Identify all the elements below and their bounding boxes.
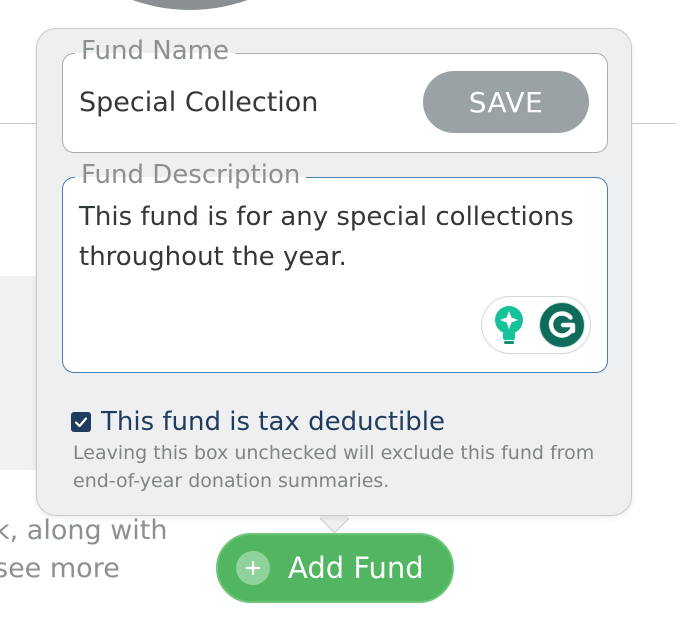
plus-icon [236,551,270,585]
background-text: k, along with see more [0,512,204,588]
tax-deductible-label[interactable]: This fund is tax deductible [101,407,445,437]
fund-description-textarea[interactable]: This fund is for any special collections… [79,197,579,277]
fund-name-label: Fund Name [75,34,235,68]
background-divider [632,123,676,124]
background-divider [0,123,40,124]
background-text-line: k, along with [0,515,168,546]
save-button[interactable]: SAVE [423,71,589,133]
fund-name-field[interactable]: Fund Name Special Collection SAVE [62,34,608,153]
tax-deductible-row[interactable]: This fund is tax deductible [71,405,445,439]
background-avatar-circle [20,0,360,10]
background-text-line: see more [0,553,120,584]
fund-description-label: Fund Description [75,158,307,192]
tax-deductible-help-text: Leaving this box unchecked will exclude … [73,442,595,492]
fund-description-field[interactable]: Fund Description This fund is for any sp… [62,158,608,373]
add-fund-button[interactable]: Add Fund [216,533,454,603]
grammarly-icon[interactable] [538,301,586,349]
grammarly-widget[interactable] [481,296,591,354]
add-fund-label: Add Fund [288,551,424,585]
checkmark-icon [74,417,88,428]
lightbulb-icon[interactable] [492,305,526,345]
fund-name-input[interactable]: Special Collection [79,84,318,122]
tax-deductible-checkbox[interactable] [71,412,91,432]
edit-fund-popover: Fund Name Special Collection SAVE Fund D… [36,28,632,516]
background-panel [0,276,40,470]
